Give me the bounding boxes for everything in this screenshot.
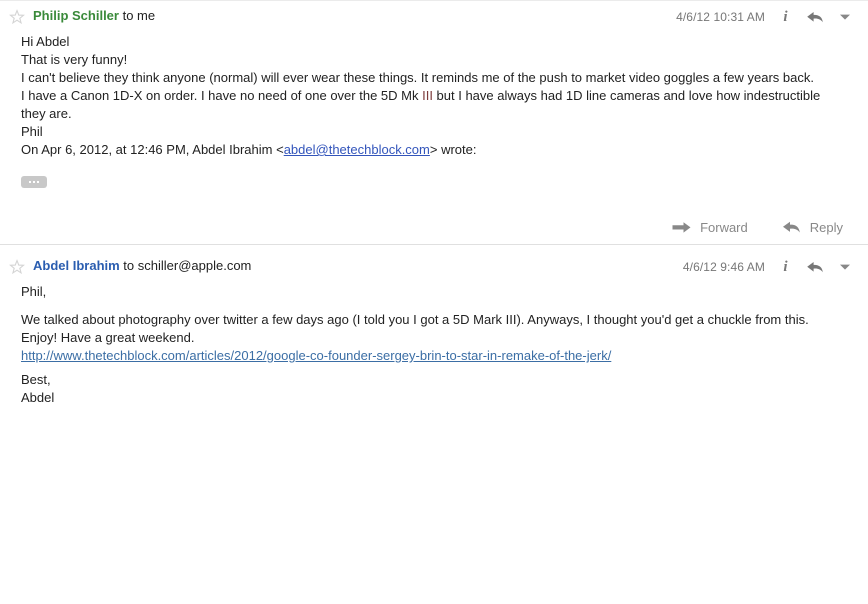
article-url-paragraph: http://www.thetechblock.com/articles/201… (21, 347, 848, 365)
body-signature: Abdel (21, 390, 55, 405)
body-closing: Best, (21, 372, 51, 387)
important-marker-icon[interactable]: i (781, 259, 790, 275)
email-thread: Philip Schiller to me 4/6/12 10:31 AM i (0, 0, 868, 407)
forward-button[interactable]: Forward (672, 220, 748, 235)
star-outline-icon[interactable] (9, 259, 25, 275)
forward-arrow-icon (672, 221, 691, 234)
reply-button[interactable]: Reply (782, 220, 843, 235)
message-timestamp: 4/6/12 9:46 AM (682, 260, 765, 274)
show-trimmed-content-button[interactable] (21, 176, 47, 188)
message-philip-schiller: Philip Schiller to me 4/6/12 10:31 AM i (0, 1, 868, 244)
body-line-2: Enjoy! Have a great weekend. (21, 330, 195, 345)
body-greeting: Phil, (21, 284, 47, 299)
star-outline-icon[interactable] (9, 9, 25, 25)
body-signature: Phil (21, 124, 43, 139)
message-body: Phil, We talked about photography over t… (0, 283, 868, 407)
message-timestamp: 4/6/12 10:31 AM (676, 10, 765, 24)
reply-arrow-icon[interactable] (806, 10, 824, 24)
body-line-1: That is very funny! (21, 52, 128, 67)
quoted-header-pre: On Apr 6, 2012, at 12:46 PM, Abdel Ibrah… (21, 142, 284, 157)
quoted-header-post: > wrote: (429, 142, 477, 157)
reply-arrow-icon[interactable] (806, 260, 824, 274)
message-header-actions: 4/6/12 9:46 AM i (683, 257, 850, 277)
chevron-down-icon[interactable] (840, 263, 850, 271)
important-marker-icon[interactable]: i (781, 9, 790, 25)
chevron-down-icon[interactable] (840, 13, 850, 21)
body-line-1: We talked about photography over twitter… (21, 312, 809, 327)
sender-line: Philip Schiller to me (33, 7, 155, 25)
forward-label: Forward (700, 219, 748, 235)
reply-arrow-icon (782, 220, 801, 234)
message-abdel-ibrahim: Abdel Ibrahim to schiller@apple.com 4/6/… (0, 251, 868, 407)
sender-line: Abdel Ibrahim to schiller@apple.com (33, 257, 251, 275)
body-line-3: I have a Canon 1D-X on order. I have no … (21, 87, 848, 123)
article-url-link[interactable]: http://www.thetechblock.com/articles/201… (21, 348, 611, 363)
sender-name[interactable]: Philip Schiller (33, 8, 119, 23)
recipient-label[interactable]: to schiller@apple.com (120, 258, 251, 273)
sender-name[interactable]: Abdel Ibrahim (33, 258, 120, 273)
message-header: Abdel Ibrahim to schiller@apple.com 4/6/… (0, 251, 868, 283)
message-header: Philip Schiller to me 4/6/12 10:31 AM i (0, 1, 868, 33)
recipient-label[interactable]: to me (119, 8, 156, 23)
message-body: Hi Abdel That is very funny! I can't bel… (0, 33, 868, 188)
message-header-actions: 4/6/12 10:31 AM i (676, 7, 850, 27)
quoted-sender-email-link[interactable]: abdel@thetechblock.com (284, 142, 430, 157)
body-line-3-model: III (422, 88, 433, 103)
body-greeting: Hi Abdel (21, 34, 70, 49)
message-action-bar: Forward Reply (0, 210, 868, 244)
ellipsis-icon (29, 181, 39, 183)
body-line-2: I can't believe they think anyone (norma… (21, 70, 814, 85)
quoted-header: On Apr 6, 2012, at 12:46 PM, Abdel Ibrah… (21, 141, 848, 159)
reply-label: Reply (809, 219, 843, 235)
body-line-3-pre: I have a Canon 1D-X on order. I have no … (21, 88, 423, 103)
